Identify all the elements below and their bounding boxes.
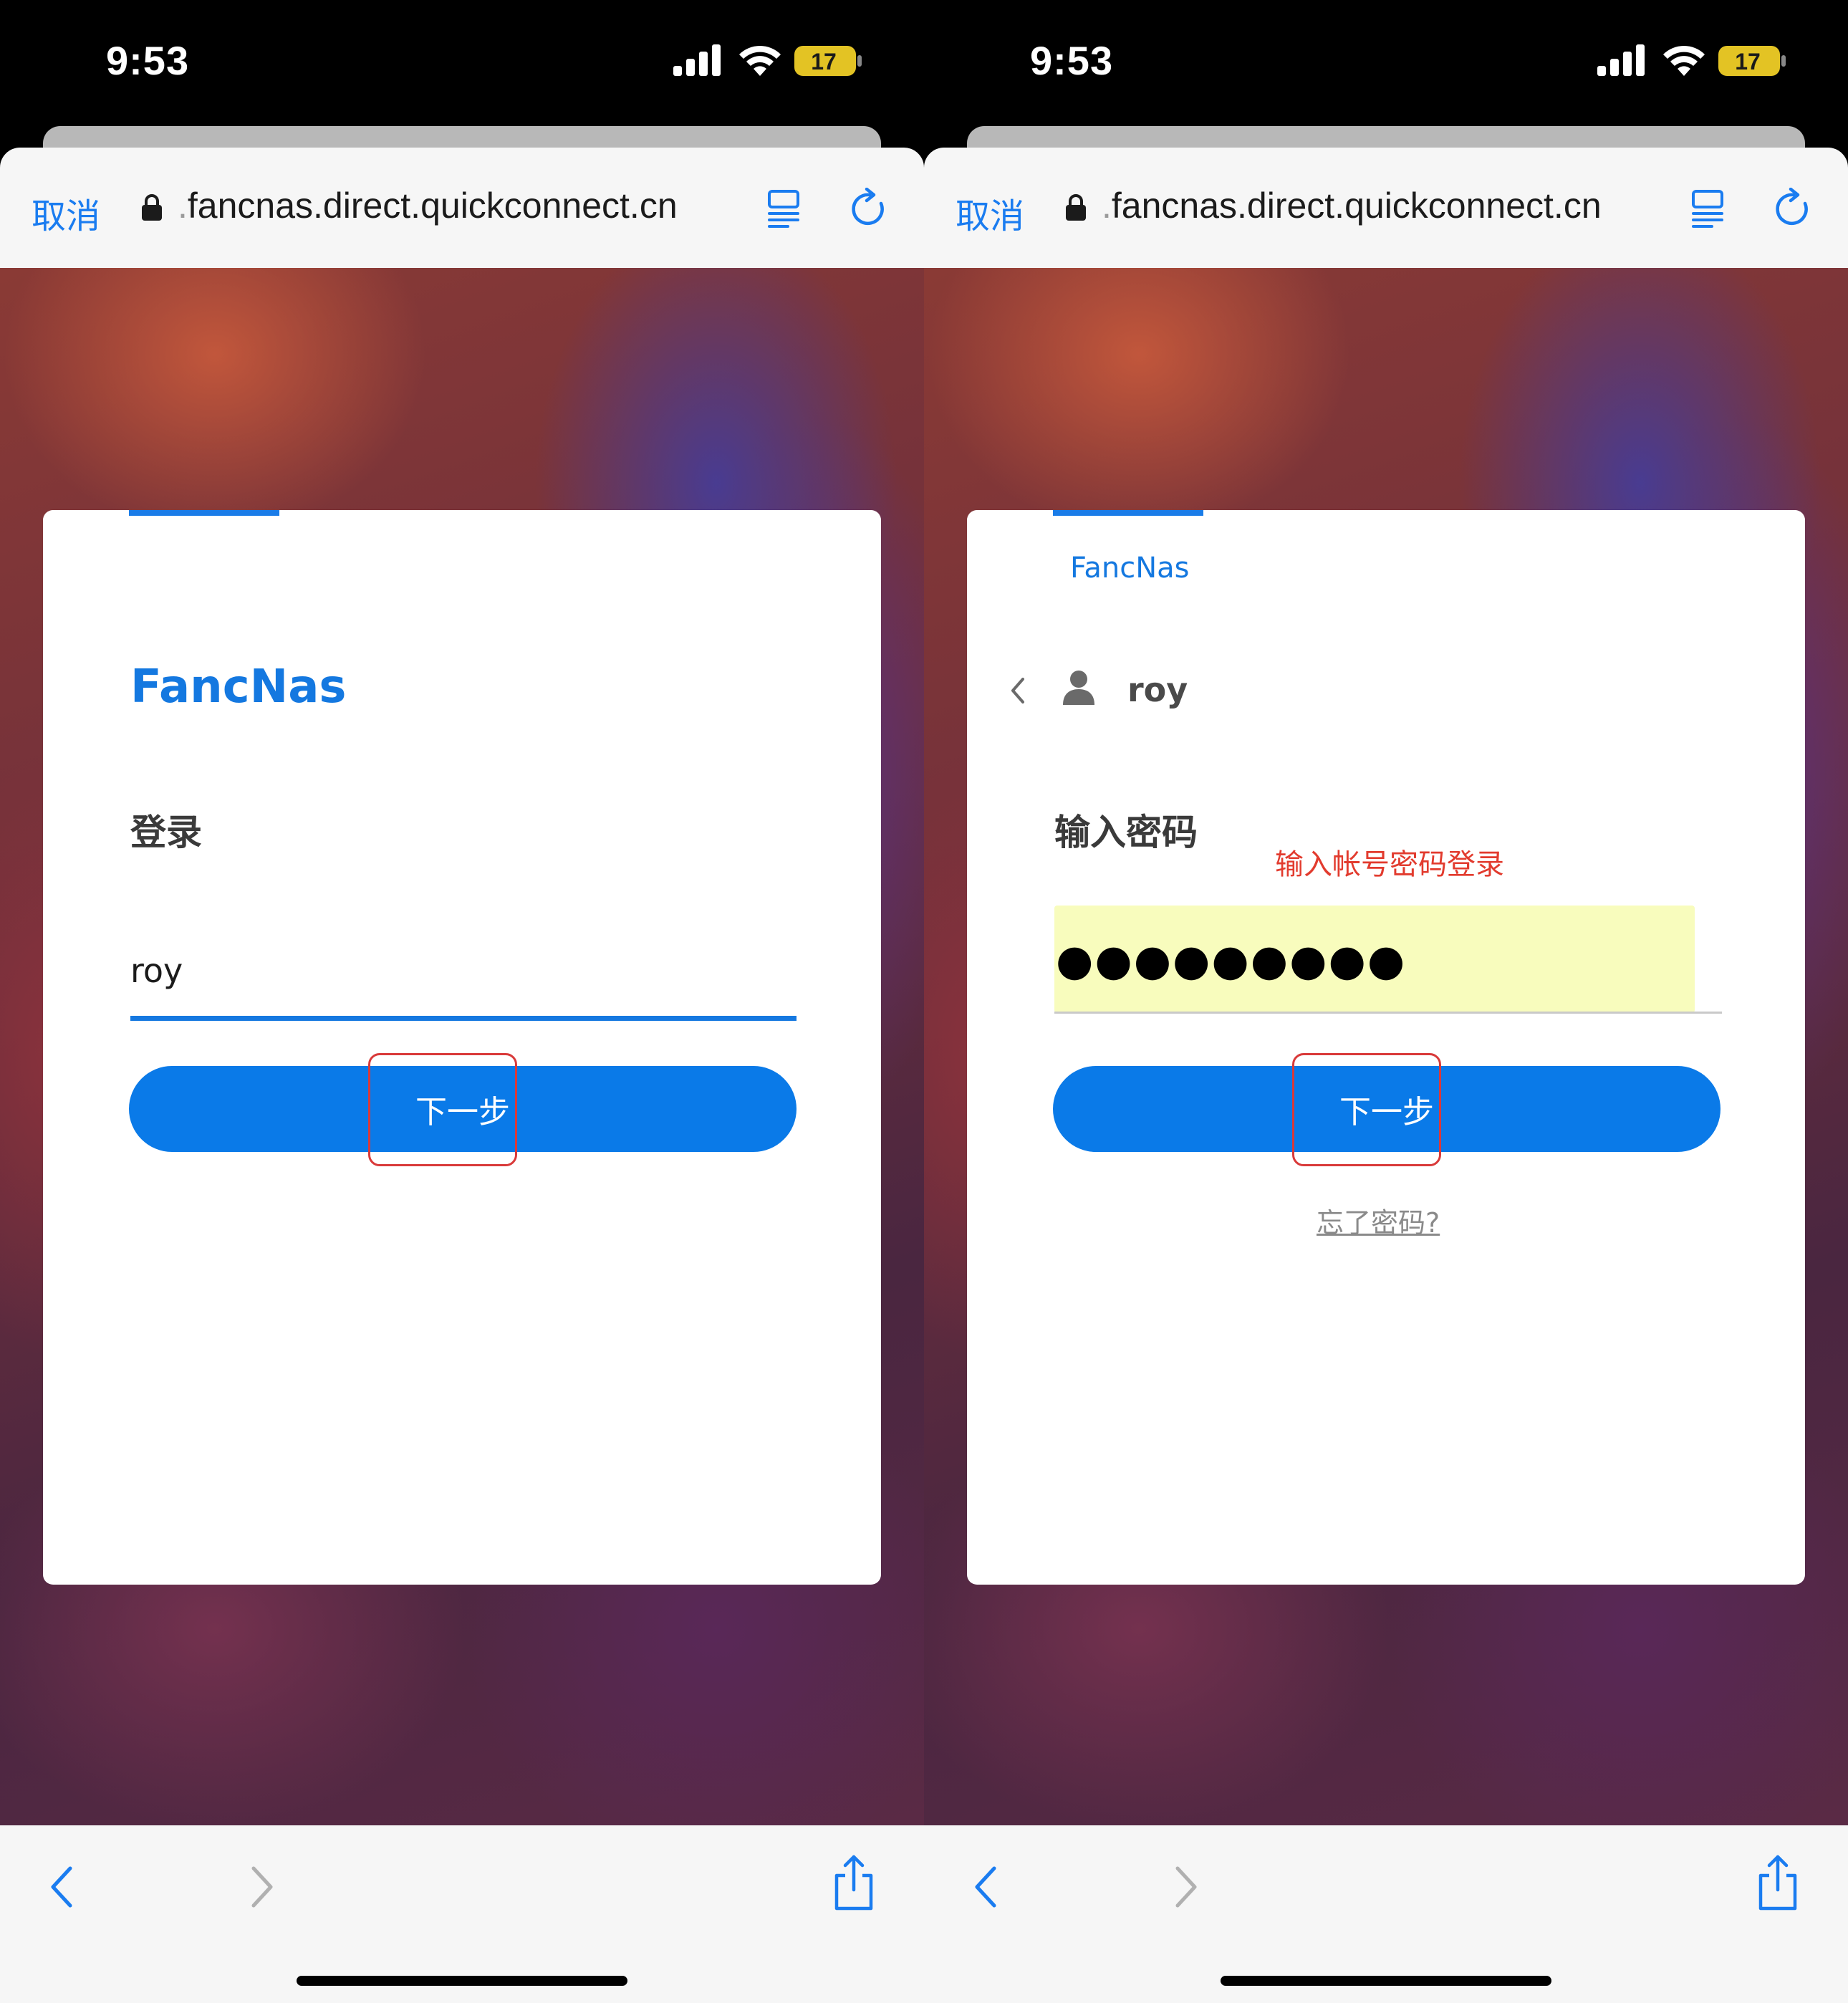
annotation-text: 输入帐号密码登录 (1275, 848, 1504, 881)
battery-level: 17 (811, 49, 837, 75)
url-domain: fancnas.direct.quickconnect.cn (187, 186, 678, 226)
lock-icon (142, 194, 162, 221)
cellular-signal-icon (1597, 44, 1645, 76)
forward-icon[interactable] (1172, 1864, 1200, 1910)
wifi-icon (1663, 45, 1705, 76)
forward-icon[interactable] (248, 1864, 276, 1910)
battery-level: 17 (1735, 49, 1761, 75)
url-prefix: . (178, 186, 188, 226)
tab-indicator (1053, 510, 1203, 516)
url-domain: fancnas.direct.quickconnect.cn (1111, 186, 1602, 226)
username-field[interactable]: roy (130, 926, 797, 1021)
status-bar: 9:53 17 (0, 0, 924, 129)
username-value: roy (130, 951, 183, 990)
status-bar: 9:53 17 (924, 0, 1848, 129)
screen-login-username: 9:53 17 取消 .fancnas.direct.quickconnect.… (0, 0, 924, 2003)
user-icon (1063, 671, 1094, 705)
brand-title: FancNas (1070, 552, 1190, 585)
battery-icon: 17 (794, 46, 862, 76)
reader-icon[interactable] (1690, 189, 1728, 228)
screen-login-password: 9:53 17 取消 .fancnas.direct.quickconnect.… (924, 0, 1848, 2003)
highlight-box (368, 1053, 517, 1166)
url-text[interactable]: .fancnas.direct.quickconnect.cn (1102, 185, 1602, 226)
forgot-password-link[interactable]: 忘了密码? (1317, 1201, 1440, 1240)
reload-icon[interactable] (848, 188, 890, 229)
page-title: 登录 (130, 812, 202, 853)
highlight-box (1292, 1053, 1441, 1166)
cancel-button[interactable]: 取消 (32, 188, 100, 238)
share-icon[interactable] (831, 1854, 877, 1911)
reader-icon[interactable] (766, 189, 804, 228)
password-underline (1054, 1012, 1722, 1014)
wifi-icon (739, 45, 781, 76)
url-prefix: . (1102, 186, 1112, 226)
page-title: 输入密码 (1054, 812, 1198, 853)
bottom-toolbar (0, 1825, 924, 2003)
address-bar: 取消 .fancnas.direct.quickconnect.cn (924, 148, 1848, 268)
tab-indicator (129, 510, 279, 516)
back-icon[interactable] (971, 1864, 1000, 1910)
password-value: ●●●●●●●●● (1056, 936, 1407, 986)
password-field[interactable]: ●●●●●●●●● (1054, 906, 1695, 1013)
url-text[interactable]: .fancnas.direct.quickconnect.cn (178, 185, 678, 226)
battery-icon: 17 (1718, 46, 1786, 76)
brand-title: FancNas (130, 661, 347, 714)
status-time: 9:53 (1030, 38, 1114, 83)
chevron-left-icon[interactable] (1007, 676, 1029, 705)
cellular-signal-icon (673, 44, 721, 76)
login-card: FancNas 登录 roy 下一步 (43, 510, 881, 1585)
status-time: 9:53 (106, 38, 190, 83)
reload-icon[interactable] (1772, 188, 1814, 229)
home-indicator[interactable] (297, 1976, 627, 1986)
account-name: roy (1127, 671, 1188, 709)
home-indicator[interactable] (1221, 1976, 1551, 1986)
login-card: FancNas roy 输入密码 输入帐号密码登录 ●●●●●●●●● 下一步 … (967, 510, 1805, 1585)
share-icon[interactable] (1755, 1854, 1801, 1911)
address-bar: 取消 .fancnas.direct.quickconnect.cn (0, 148, 924, 268)
lock-icon (1066, 194, 1086, 221)
cancel-button[interactable]: 取消 (956, 188, 1024, 238)
back-icon[interactable] (47, 1864, 76, 1910)
bottom-toolbar (924, 1825, 1848, 2003)
